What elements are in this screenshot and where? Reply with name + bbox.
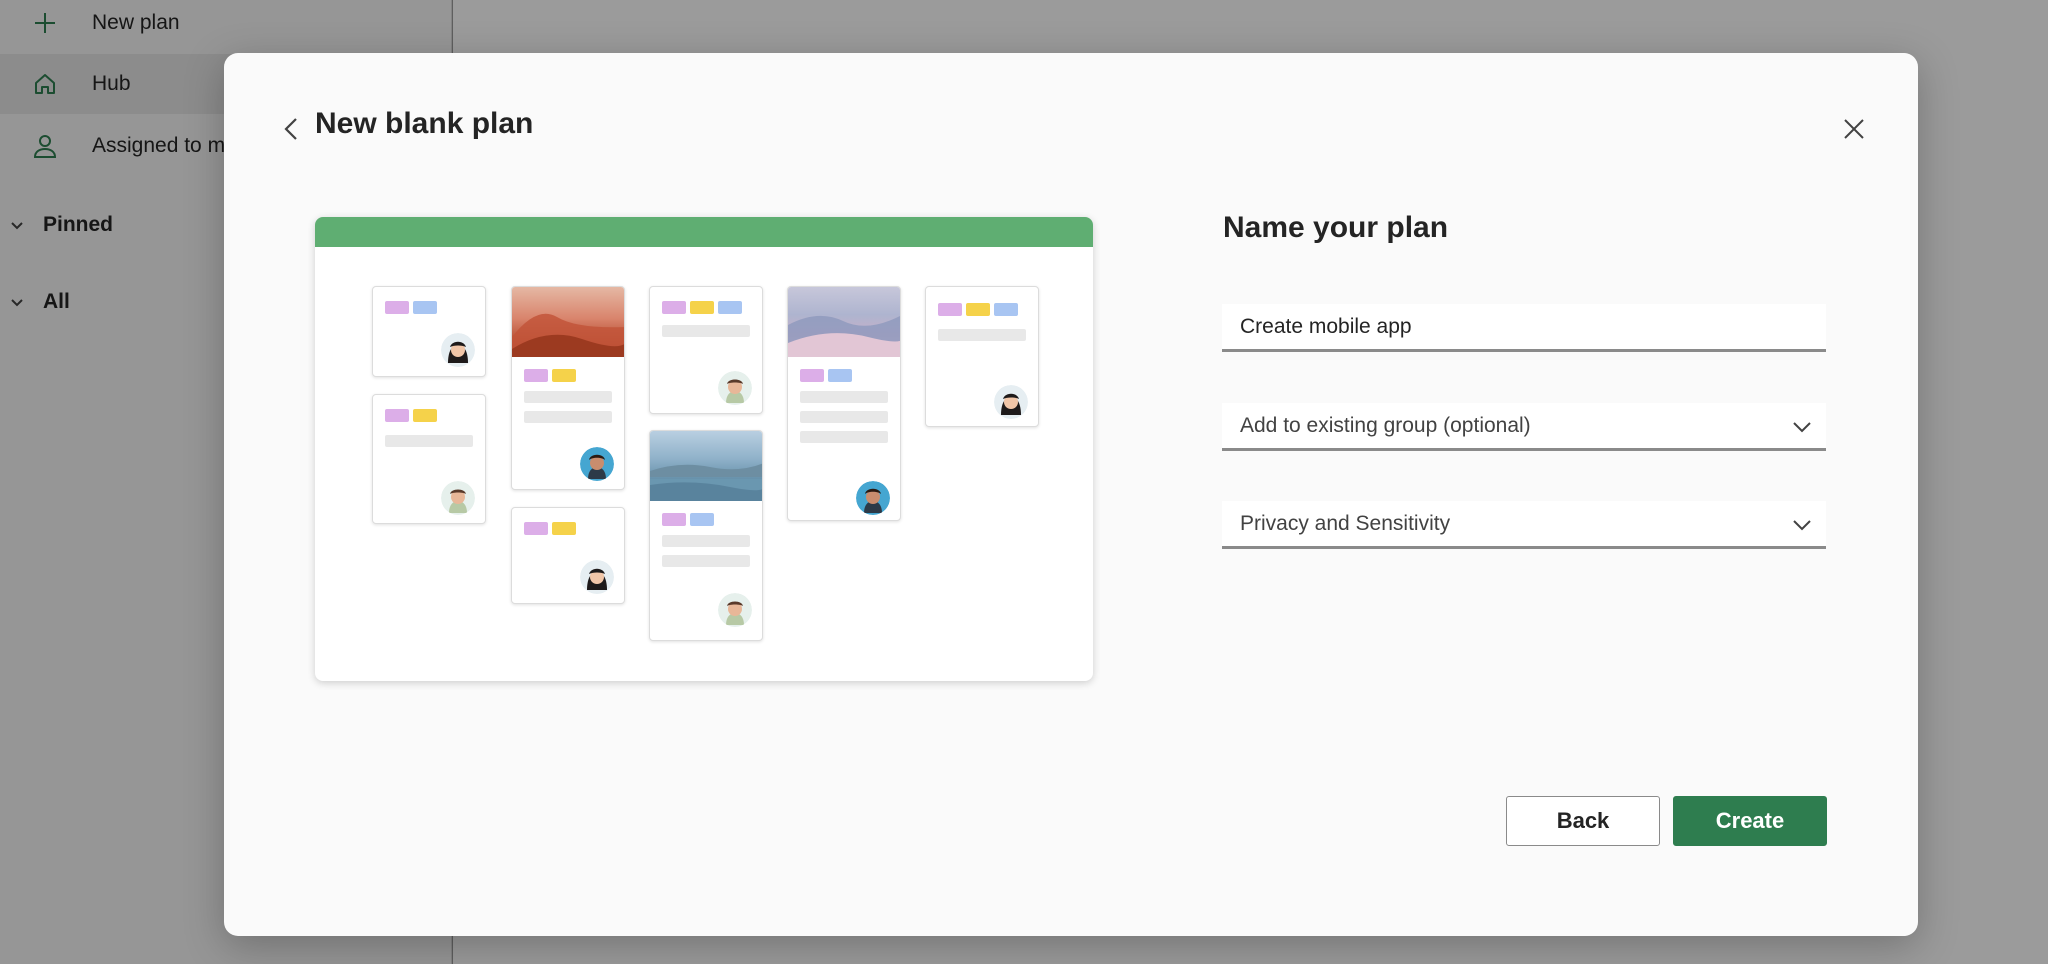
card-cover-image (788, 287, 900, 357)
preview-card (511, 507, 625, 604)
chevron-down-icon (1790, 513, 1814, 537)
avatar (441, 333, 475, 367)
preview-card (649, 430, 763, 641)
avatar (718, 371, 752, 405)
card-cover-image (512, 287, 624, 357)
chevron-down-icon (1790, 415, 1814, 439)
board-preview-illustration (315, 217, 1093, 681)
avatar (580, 560, 614, 594)
preview-card (372, 286, 486, 377)
plan-name-input[interactable] (1240, 314, 1826, 339)
close-icon (1844, 119, 1864, 139)
privacy-select[interactable]: Privacy and Sensitivity (1222, 501, 1826, 549)
dialog-title: New blank plan (315, 107, 534, 140)
form-heading: Name your plan (1223, 211, 1449, 244)
group-select-label: Add to existing group (optional) (1240, 413, 1531, 437)
chevron-left-icon (284, 118, 297, 140)
back-button-footer[interactable]: Back (1506, 796, 1660, 846)
avatar (856, 481, 890, 515)
avatar (580, 447, 614, 481)
card-cover-image (650, 431, 762, 501)
preview-card (649, 286, 763, 414)
preview-card (787, 286, 901, 521)
new-plan-dialog: New blank plan Name your plan Create mob… (224, 53, 1918, 936)
preview-card (925, 286, 1039, 427)
illustration-header-bar (315, 217, 1093, 247)
avatar (994, 385, 1028, 419)
plan-name-field[interactable] (1222, 304, 1826, 352)
back-button[interactable] (274, 111, 310, 147)
privacy-select-label: Privacy and Sensitivity (1240, 511, 1451, 535)
avatar (718, 593, 752, 627)
close-button[interactable] (1836, 111, 1872, 147)
preview-card (372, 394, 486, 524)
group-select[interactable]: Add to existing group (optional) (1222, 403, 1826, 451)
preview-card (511, 286, 625, 490)
avatar (441, 481, 475, 515)
create-button[interactable]: Create (1673, 796, 1827, 846)
